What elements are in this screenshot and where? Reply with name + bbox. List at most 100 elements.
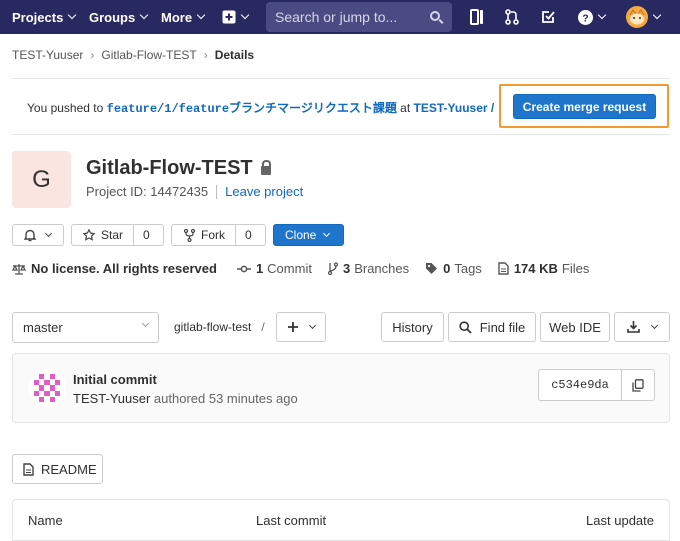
copy-icon [632, 378, 644, 392]
files-stat[interactable]: 174 KB Files [498, 261, 590, 276]
chevron-down-icon [650, 321, 659, 330]
web-ide-button[interactable]: Web IDE [540, 312, 610, 342]
scale-icon [12, 263, 26, 275]
lock-icon [260, 160, 271, 175]
download-icon [627, 321, 640, 333]
notification-dropdown[interactable] [12, 224, 64, 246]
top-navbar: Projects Groups More Search or jump to..… [0, 0, 680, 34]
push-at: at [396, 101, 414, 115]
chevron-down-icon [597, 10, 606, 20]
chevron-down-icon [68, 10, 77, 20]
commit-sha-group: c534e9da [538, 369, 655, 401]
breadcrumb-separator: › [90, 48, 95, 62]
copy-sha-button[interactable] [622, 370, 654, 400]
repo-path-root[interactable]: gitlab-flow-test [174, 320, 251, 334]
todos-button[interactable] [538, 7, 558, 27]
branch-selector[interactable]: master [12, 312, 159, 343]
tags-stat[interactable]: 0 Tags [425, 261, 482, 276]
branches-count: 3 [342, 261, 351, 276]
project-avatar: G [12, 151, 71, 208]
readme-label: README [41, 461, 97, 477]
fork-button[interactable]: Fork 0 [171, 224, 266, 246]
sidebar-icon [470, 9, 483, 25]
project-stats: No license. All rights reserved 1 Commit … [12, 261, 605, 276]
divider [12, 78, 670, 79]
nav-projects[interactable]: Projects [12, 0, 77, 34]
merge-requests-button[interactable] [502, 7, 522, 27]
column-name: Name [28, 513, 63, 528]
nav-projects-label: Projects [12, 9, 64, 25]
push-prefix: You pushed to [27, 101, 107, 115]
nav-groups[interactable]: Groups [89, 0, 149, 34]
commit-sha[interactable]: c534e9da [539, 370, 622, 400]
commit-author-avatar[interactable] [28, 369, 66, 407]
branches-stat[interactable]: 3 Branches [327, 261, 410, 276]
leave-project-link[interactable]: Leave project [225, 184, 303, 199]
todo-icon [542, 11, 555, 23]
user-menu[interactable] [624, 5, 662, 29]
license-text: No license. All rights reserved [31, 261, 217, 276]
star-button[interactable]: Star 0 [71, 224, 164, 246]
push-notification: You pushed to feature/1/featureブランチマージリク… [27, 99, 497, 116]
chevron-down-icon [139, 10, 149, 20]
chevron-down-icon [44, 229, 53, 238]
add-to-tree-dropdown[interactable] [276, 312, 326, 342]
history-button[interactable]: History [381, 312, 444, 342]
breadcrumb-project[interactable]: Gitlab-Flow-TEST [101, 48, 196, 62]
fork-label: Fork [201, 228, 225, 242]
divider [216, 184, 218, 199]
help-dropdown[interactable]: ? [576, 7, 606, 27]
chevron-down-icon [141, 319, 150, 328]
chevron-down-icon [308, 321, 316, 330]
file-icon [498, 262, 509, 275]
new-dropdown[interactable] [222, 0, 250, 34]
license-stat[interactable]: No license. All rights reserved [12, 261, 221, 276]
files-label: Files [561, 261, 590, 276]
column-last-commit: Last commit [256, 513, 327, 528]
fork-label-wrap: Fork [172, 228, 235, 242]
path-separator: / [261, 320, 265, 334]
star-icon [83, 229, 95, 241]
repo-path: gitlab-flow-test / [174, 320, 265, 334]
branches-label: Branches [354, 261, 410, 276]
nav-more[interactable]: More [161, 0, 206, 34]
pushed-branch-link[interactable]: feature/1/featureブランチマージリクエスト課題 [107, 102, 397, 116]
clone-label: Clone [285, 228, 317, 242]
bell-icon [24, 229, 36, 241]
tags-count: 0 [443, 261, 451, 276]
help-icon: ? [577, 9, 593, 25]
search-icon [430, 11, 440, 21]
pushed-project-link[interactable]: TEST-Yuuser / Gi... [414, 101, 497, 115]
find-file-label: Find file [479, 319, 526, 335]
clone-dropdown[interactable]: Clone [273, 224, 344, 246]
breadcrumb-group[interactable]: TEST-Yuuser [12, 48, 83, 62]
chevron-down-icon [323, 229, 331, 238]
chevron-down-icon [652, 10, 662, 20]
sidebar-toggle-button[interactable] [467, 7, 487, 27]
commit-icon [236, 265, 251, 272]
nav-groups-label: Groups [89, 9, 136, 25]
commit-author-link[interactable]: TEST-Yuuser [73, 391, 150, 406]
readme-button[interactable]: README [12, 454, 103, 484]
star-label-wrap: Star [72, 228, 133, 242]
find-file-button[interactable]: Find file [448, 312, 536, 342]
commit-time: authored 53 minutes ago [150, 391, 298, 406]
star-count[interactable]: 0 [133, 225, 159, 245]
commits-stat[interactable]: 1 Commit [236, 261, 312, 276]
star-label: Star [101, 228, 124, 242]
chevron-down-icon [240, 10, 250, 20]
project-title: Gitlab-Flow-TEST [86, 157, 271, 180]
divider [12, 134, 670, 135]
files-size: 174 KB [513, 261, 558, 276]
search-input[interactable]: Search or jump to... [266, 2, 452, 32]
plus-icon [287, 322, 298, 332]
last-commit-panel: Initial commit TEST-Yuuser authored 53 m… [12, 353, 670, 423]
download-dropdown[interactable] [614, 312, 670, 342]
column-last-update: Last update [586, 513, 654, 528]
fork-count[interactable]: 0 [235, 225, 261, 245]
commits-label: Commit [267, 261, 312, 276]
create-merge-request-button[interactable]: Create merge request [513, 94, 656, 119]
breadcrumb-current: Details [214, 48, 255, 62]
project-id-row: Project ID: 14472435 Leave project [86, 184, 303, 199]
commit-title-link[interactable]: Initial commit [73, 372, 157, 387]
